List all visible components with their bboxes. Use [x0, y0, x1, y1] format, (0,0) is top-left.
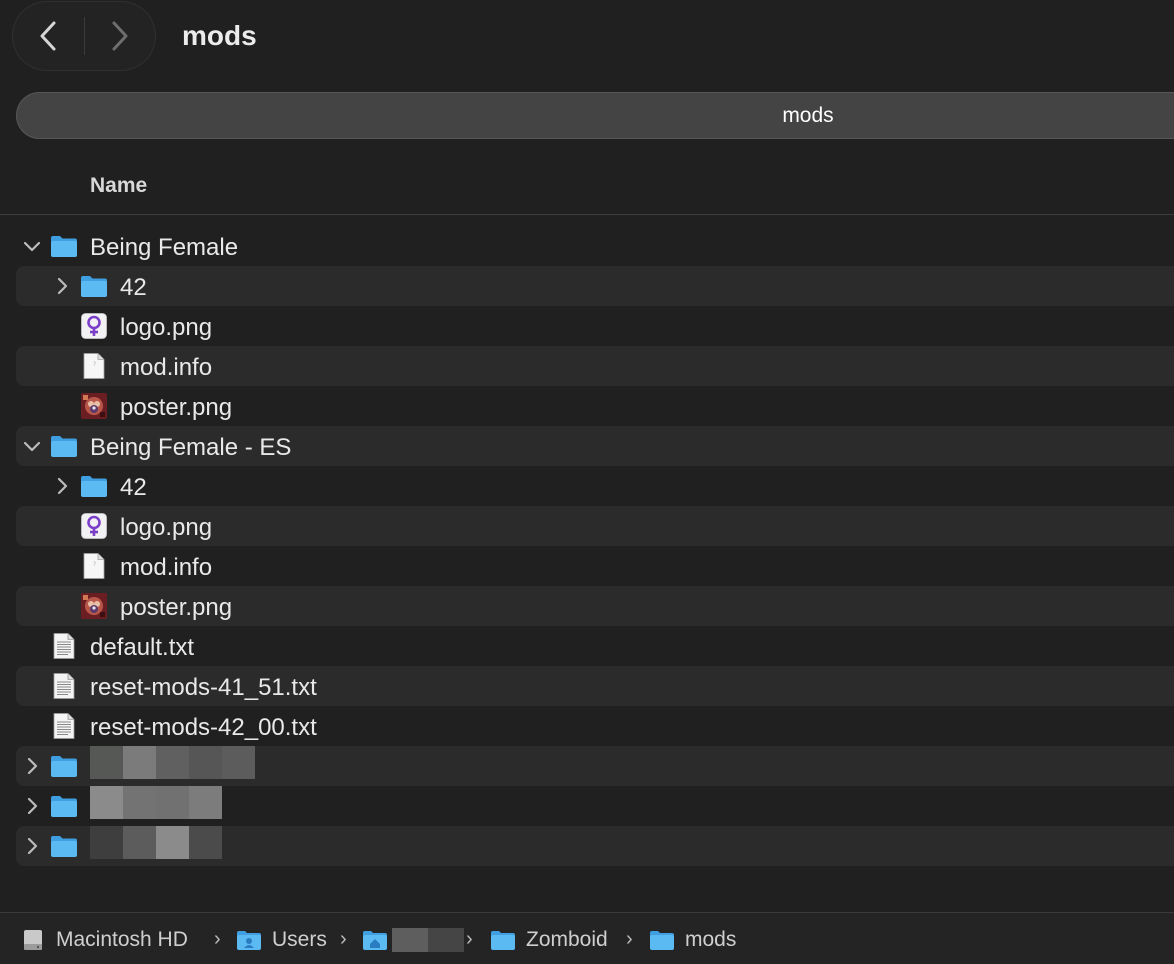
forward-button[interactable] [84, 1, 156, 71]
folder-icon [50, 833, 78, 859]
list-item[interactable]: Being Female - ES [16, 426, 1174, 466]
breadcrumb-zomboid[interactable]: Zomboid [490, 928, 608, 952]
list-item[interactable]: mod.info [16, 346, 1174, 386]
breadcrumb-macintosh-hd[interactable]: Macintosh HD [22, 928, 188, 952]
list-item[interactable]: reset-mods-41_51.txt [16, 666, 1174, 706]
chevron-right-icon[interactable] [22, 836, 42, 856]
list-item[interactable]: 42 [16, 266, 1174, 306]
list-item-label: poster.png [120, 394, 233, 421]
chevron-left-icon [40, 21, 56, 51]
chevron-down-icon[interactable] [22, 236, 42, 256]
list-item[interactable]: reset-mods-42_00.txt [16, 706, 1174, 746]
finder-window: mods mods Name Being Female 42 logo.png … [0, 0, 1174, 964]
list-item[interactable]: poster.png [16, 586, 1174, 626]
image-thumbnail-icon [80, 593, 108, 619]
list-item-label: 42 [120, 274, 147, 301]
breadcrumb-label: Macintosh HD [56, 928, 188, 951]
chevron-right-icon[interactable] [22, 756, 42, 776]
folder-icon [80, 273, 108, 299]
breadcrumb-label: Users [272, 928, 327, 951]
column-header: Name [0, 160, 1174, 215]
breadcrumb-mods[interactable]: mods [649, 928, 736, 952]
blank-file-icon [80, 353, 108, 379]
list-item[interactable]: 42 [16, 466, 1174, 506]
list-item[interactable]: default.txt [16, 626, 1174, 666]
folder-icon [50, 793, 78, 819]
list-item-label: 42 [120, 474, 147, 501]
list-item-label: logo.png [120, 314, 213, 341]
text-file-icon [50, 713, 78, 739]
breadcrumb-label: Zomboid [526, 928, 608, 951]
folder-icon [50, 233, 78, 259]
blank-file-icon [80, 553, 108, 579]
chevron-down-icon[interactable] [22, 436, 42, 456]
list-item-label: mod.info [120, 354, 213, 381]
navigation-button-group [12, 1, 156, 71]
list-item-label: default.txt [90, 634, 195, 661]
list-item[interactable]: logo.png [16, 306, 1174, 346]
list-item[interactable]: logo.png [16, 506, 1174, 546]
chevron-right-icon[interactable] [52, 276, 72, 296]
breadcrumb-label: mods [685, 928, 737, 951]
home-folder-icon [363, 931, 387, 950]
breadcrumb-home[interactable] [362, 928, 464, 952]
chevron-right-icon[interactable] [22, 796, 42, 816]
folder-icon [50, 753, 78, 779]
tab-bar: mods [16, 92, 1174, 139]
list-item[interactable]: poster.png [16, 386, 1174, 426]
text-file-icon [50, 673, 78, 699]
window-title: mods [182, 20, 257, 51]
list-item-label: logo.png [120, 514, 213, 541]
female-symbol-icon [80, 313, 108, 339]
list-item-label: reset-mods-41_51.txt [90, 674, 317, 701]
image-thumbnail-icon [80, 393, 108, 419]
list-item-label: mod.info [120, 554, 213, 581]
back-button[interactable] [12, 1, 84, 71]
breadcrumb-separator: › [626, 928, 633, 950]
folder-icon [491, 931, 515, 950]
file-list: Being Female 42 logo.png mod.info poster… [16, 226, 1174, 866]
text-file-icon [50, 633, 78, 659]
list-item[interactable]: mod.info [16, 546, 1174, 586]
breadcrumb-users[interactable]: Users [236, 928, 327, 952]
list-item-label: poster.png [120, 594, 233, 621]
list-item[interactable] [16, 746, 1174, 786]
breadcrumb-separator: › [340, 928, 347, 950]
breadcrumb-separator: › [214, 928, 221, 950]
path-bar: Macintosh HD › Users › › Zomboid › mods [0, 912, 1174, 964]
list-item[interactable] [16, 826, 1174, 866]
list-item[interactable] [16, 786, 1174, 826]
list-item-label: reset-mods-42_00.txt [90, 714, 317, 741]
female-symbol-icon [80, 513, 108, 539]
folder-icon [50, 433, 78, 459]
redacted-username [392, 928, 464, 952]
list-item-label: Being Female - ES [90, 434, 292, 461]
chevron-right-icon[interactable] [52, 476, 72, 496]
list-item[interactable]: Being Female [16, 226, 1174, 266]
tab-mods[interactable]: mods [16, 92, 1174, 139]
breadcrumb-separator: › [466, 928, 473, 950]
name-column-header[interactable]: Name [90, 174, 147, 198]
hard-drive-icon [24, 930, 42, 950]
chevron-right-icon [112, 21, 128, 51]
folder-icon [650, 931, 674, 950]
users-folder-icon [237, 931, 261, 950]
toolbar: mods [0, 0, 1174, 80]
list-item-label: Being Female [90, 234, 239, 261]
folder-icon [80, 473, 108, 499]
